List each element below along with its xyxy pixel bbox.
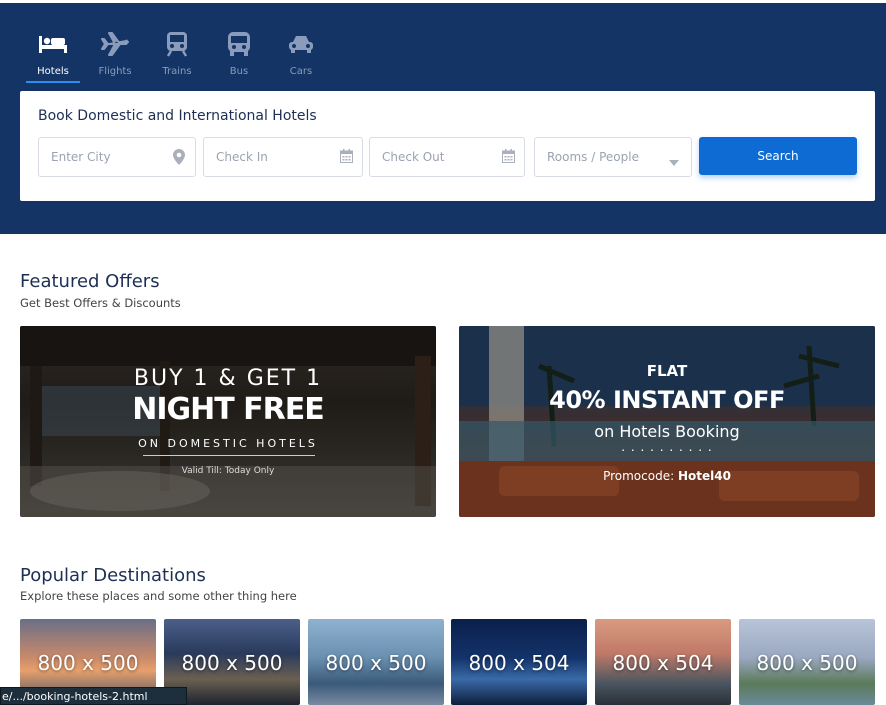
rooms-people-select[interactable]: Rooms / People: [534, 137, 692, 177]
offer2-promo: Promocode: Hotel40: [459, 469, 875, 483]
promo-label: Promocode:: [603, 469, 675, 483]
car-icon: [286, 31, 316, 57]
city-placeholder: Enter City: [51, 150, 111, 164]
checkin-input[interactable]: Check In: [203, 137, 363, 177]
checkout-placeholder: Check Out: [382, 150, 445, 164]
destination-image-size: 800 x 500: [37, 651, 139, 675]
tab-label: Cars: [289, 66, 313, 77]
promo-code: Hotel40: [677, 469, 731, 483]
offer1-line1: BUY 1 & GET 1: [133, 366, 323, 391]
offer1-line4: Valid Till: Today Only: [181, 466, 275, 476]
bed-icon: [38, 31, 68, 57]
popular-destinations-title: Popular Destinations: [20, 565, 206, 586]
tab-cars[interactable]: Cars: [270, 31, 332, 83]
tab-bus[interactable]: Bus: [208, 31, 270, 83]
train-icon: [162, 31, 192, 57]
tab-label: Flights: [98, 66, 132, 77]
offer2-line3: on Hotels Booking: [594, 422, 740, 441]
city-input[interactable]: Enter City: [38, 137, 196, 177]
destination-card[interactable]: 800 x 500: [308, 619, 444, 705]
offer1-divider: [143, 455, 315, 456]
checkin-placeholder: Check In: [216, 150, 268, 164]
search-button[interactable]: Search: [699, 137, 857, 175]
offer1-line3: ON DOMESTIC HOTELS: [138, 437, 318, 450]
plane-icon: [100, 31, 130, 57]
calendar-icon: [502, 149, 516, 165]
tab-label: Trains: [162, 66, 192, 77]
calendar-icon: [340, 149, 354, 165]
destination-card[interactable]: 800 x 504: [451, 619, 587, 705]
booking-card: Book Domestic and International Hotels E…: [20, 91, 875, 201]
tab-trains[interactable]: Trains: [146, 31, 208, 83]
browser-status-url: e/.../booking-hotels-2.html: [0, 687, 187, 705]
tab-flights[interactable]: Flights: [84, 31, 146, 83]
tab-label: Hotels: [37, 66, 69, 77]
tab-hotels[interactable]: Hotels: [26, 31, 80, 83]
offer-banner-flat40[interactable]: FLAT 40% INSTANT OFF on Hotels Booking .…: [459, 326, 875, 517]
featured-offers-title: Featured Offers: [20, 271, 160, 292]
offer2-line2: 40% INSTANT OFF: [549, 386, 785, 414]
destination-card[interactable]: 800 x 504: [595, 619, 731, 705]
popular-destinations-subtitle: Explore these places and some other thin…: [20, 589, 297, 603]
featured-offers-subtitle: Get Best Offers & Discounts: [20, 296, 181, 310]
checkout-input[interactable]: Check Out: [369, 137, 525, 177]
offer2-line1: FLAT: [646, 362, 688, 380]
offer2-dots: . . . . . . . . . .: [621, 440, 713, 454]
location-pin-icon: [173, 149, 187, 165]
destination-image-size: 800 x 504: [612, 651, 714, 675]
destination-card[interactable]: 800 x 500: [739, 619, 875, 705]
caret-down-icon: [669, 153, 683, 169]
search-hero: Hotels Flights Trains Bus Cars Book Dome…: [0, 3, 886, 234]
travel-tabs: Hotels Flights Trains Bus Cars: [26, 31, 332, 83]
destination-image-size: 800 x 500: [325, 651, 427, 675]
bus-icon: [224, 31, 254, 57]
destination-image-size: 800 x 500: [756, 651, 858, 675]
offer-banner-bogo[interactable]: BUY 1 & GET 1 NIGHT FREE ON DOMESTIC HOT…: [20, 326, 436, 517]
tab-label: Bus: [229, 66, 249, 77]
destination-image-size: 800 x 504: [468, 651, 570, 675]
rooms-placeholder: Rooms / People: [547, 150, 639, 164]
booking-title: Book Domestic and International Hotels: [38, 108, 317, 124]
destination-image-size: 800 x 500: [181, 651, 283, 675]
offer1-line2: NIGHT FREE: [132, 392, 325, 427]
